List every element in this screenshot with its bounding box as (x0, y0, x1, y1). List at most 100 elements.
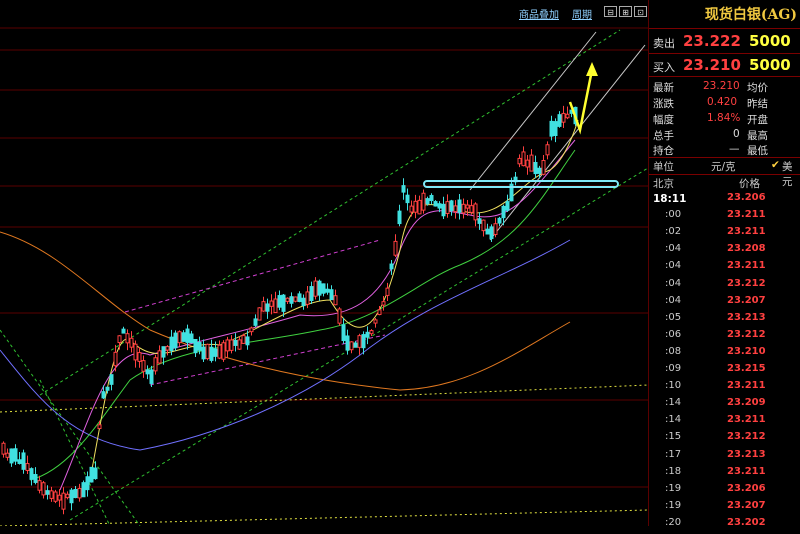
candle-body[interactable] (401, 185, 406, 193)
candle-body[interactable] (113, 351, 118, 367)
candle-body[interactable] (477, 218, 482, 224)
candle-body[interactable] (501, 205, 506, 219)
candle-body[interactable] (497, 217, 502, 224)
candle-body[interactable] (421, 192, 426, 211)
candle-body[interactable] (73, 488, 78, 499)
candle-body[interactable] (337, 308, 342, 324)
tick-row[interactable]: :20 23.202 (649, 517, 800, 534)
candle-body[interactable] (33, 474, 38, 483)
candle-body[interactable] (533, 161, 538, 175)
candle-body[interactable] (517, 157, 522, 165)
candle-body[interactable] (309, 286, 314, 302)
candle-body[interactable] (45, 490, 50, 495)
overlay-link[interactable]: 商品叠加 (519, 6, 559, 21)
candle-body[interactable] (417, 199, 422, 215)
candle-body[interactable] (253, 318, 258, 326)
candle-body[interactable] (265, 303, 270, 312)
candle-body[interactable] (453, 205, 458, 213)
candle-body[interactable] (133, 343, 138, 361)
candle-body[interactable] (277, 295, 282, 308)
tick-row[interactable]: :10 23.211 (649, 380, 800, 397)
candle-body[interactable] (233, 339, 238, 346)
candle-body[interactable] (57, 494, 62, 501)
yellow-dotted-lines[interactable] (0, 384, 649, 527)
candle-body[interactable] (317, 280, 322, 296)
candle-body[interactable] (445, 201, 450, 214)
candle-body[interactable] (161, 346, 166, 358)
candle-body[interactable] (41, 482, 46, 496)
candle-body[interactable] (365, 331, 370, 338)
tick-row[interactable]: :00 23.211 (649, 209, 800, 226)
candle-body[interactable] (521, 151, 526, 167)
tick-row[interactable]: :19 23.207 (649, 500, 800, 517)
period-link[interactable]: 周期 (572, 6, 592, 21)
candle-body[interactable] (389, 263, 394, 270)
candle-body[interactable] (165, 346, 170, 351)
candle-body[interactable] (357, 335, 362, 348)
candle-body[interactable] (373, 319, 378, 324)
candle-body[interactable] (229, 339, 234, 351)
candle-body[interactable] (17, 459, 22, 464)
candle-body[interactable] (329, 289, 334, 301)
candle-body[interactable] (461, 203, 466, 214)
trend-channel-green[interactable] (39, 29, 649, 521)
candle-body[interactable] (65, 493, 70, 499)
candle-body[interactable] (465, 204, 470, 209)
candle-body[interactable] (321, 283, 326, 294)
candle-body[interactable] (349, 341, 354, 351)
tick-row[interactable]: :08 23.210 (649, 346, 800, 363)
candle-body[interactable] (245, 336, 250, 346)
candle-body[interactable] (393, 240, 398, 256)
tick-row[interactable]: :17 23.213 (649, 449, 800, 466)
candle-body[interactable] (9, 448, 14, 464)
candle-body[interactable] (481, 219, 486, 232)
candle-body[interactable] (249, 327, 254, 333)
candle-body[interactable] (217, 344, 222, 359)
candle-body[interactable] (553, 121, 558, 137)
candle-body[interactable] (257, 307, 262, 321)
candle-body[interactable] (157, 350, 162, 364)
candle-body[interactable] (201, 346, 206, 360)
candle-body[interactable] (21, 452, 26, 470)
candle-body[interactable] (345, 335, 350, 351)
tick-row[interactable]: :15 23.212 (649, 431, 800, 448)
candle-body[interactable] (557, 114, 562, 127)
candle-body[interactable] (25, 463, 30, 471)
candle-body[interactable] (177, 331, 182, 344)
candle-body[interactable] (457, 199, 462, 213)
candle-body[interactable] (153, 357, 158, 372)
tick-row[interactable]: :14 23.209 (649, 397, 800, 414)
kline-chart-svg[interactable] (0, 0, 649, 527)
resistance-band[interactable] (423, 180, 619, 188)
candle-body[interactable] (313, 280, 318, 297)
candle-body[interactable] (305, 291, 310, 305)
candle-body[interactable] (333, 295, 338, 306)
candle-body[interactable] (397, 210, 402, 225)
candle-body[interactable] (473, 203, 478, 221)
tick-row[interactable]: :04 23.212 (649, 278, 800, 295)
buy-price[interactable]: 23.210 (683, 56, 741, 74)
candle-body[interactable] (301, 297, 306, 307)
candle-body[interactable] (537, 167, 542, 174)
candle-body[interactable] (101, 391, 106, 399)
candle-body[interactable] (53, 491, 58, 502)
candle-body[interactable] (125, 333, 130, 344)
candle-body[interactable] (181, 332, 186, 342)
candle-body[interactable] (169, 336, 174, 352)
candle-body[interactable] (37, 480, 42, 491)
candle-body[interactable] (213, 348, 218, 357)
candle-body[interactable] (377, 309, 382, 316)
tick-row[interactable]: :06 23.212 (649, 329, 800, 346)
candle-body[interactable] (49, 490, 54, 499)
candle-body[interactable] (85, 476, 90, 491)
tick-row[interactable]: :02 23.211 (649, 226, 800, 243)
candle-body[interactable] (137, 352, 142, 362)
candle-body[interactable] (221, 342, 226, 360)
candle-body[interactable] (485, 228, 490, 235)
candle-body[interactable] (237, 339, 242, 350)
tick-row[interactable]: :04 23.211 (649, 260, 800, 277)
candle-body[interactable] (81, 482, 86, 498)
tick-row[interactable]: :04 23.208 (649, 243, 800, 260)
candle-body[interactable] (441, 203, 446, 217)
candle-body[interactable] (505, 201, 510, 211)
